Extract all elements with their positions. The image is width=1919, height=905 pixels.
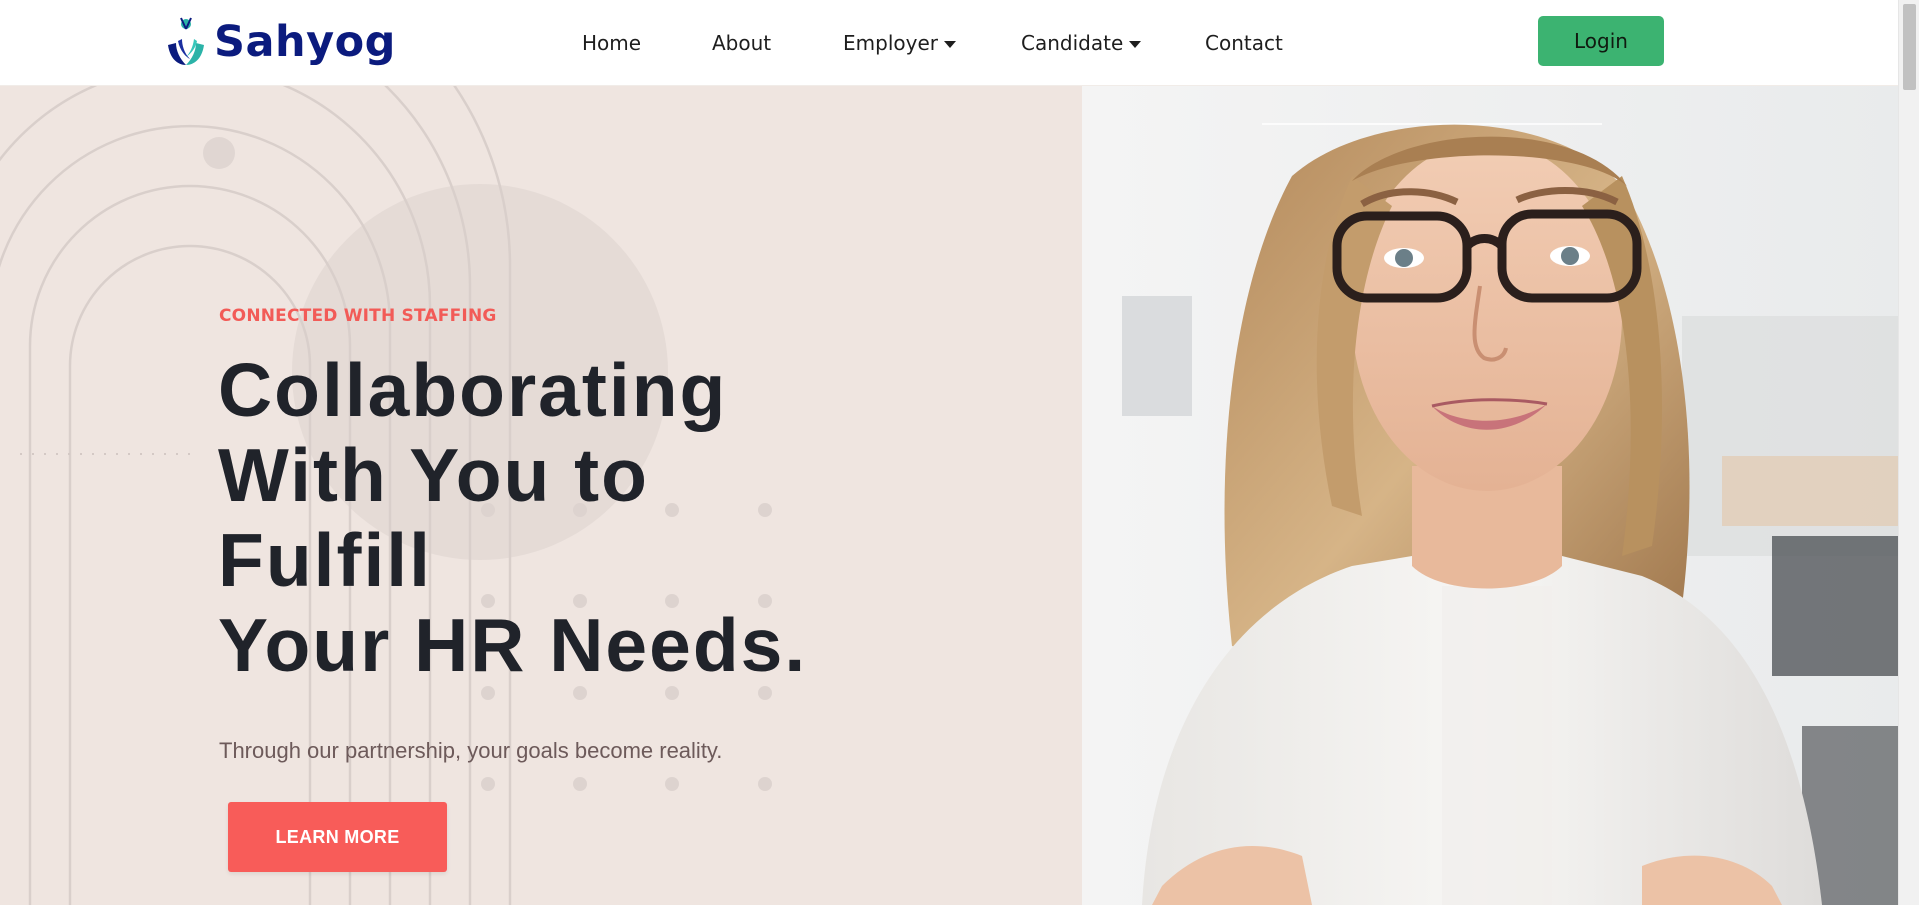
hero-section: CONNECTED WITH STAFFING Collaborating Wi… xyxy=(0,86,1082,905)
headline-line-2: With You to xyxy=(218,433,649,517)
nav-about-label: About xyxy=(712,31,772,55)
nav-employer-dropdown[interactable]: Employer xyxy=(843,28,956,58)
hero-headline: Collaborating With You to Fulfill Your H… xyxy=(218,348,918,688)
nav-contact-label: Contact xyxy=(1205,31,1283,55)
scrollbar-thumb[interactable] xyxy=(1903,4,1916,90)
nav-home-label: Home xyxy=(582,31,642,55)
hero-eyebrow: CONNECTED WITH STAFFING xyxy=(219,306,497,326)
login-button[interactable]: Login xyxy=(1538,16,1664,66)
headline-line-4: Your HR Needs. xyxy=(218,603,808,687)
vertical-scrollbar[interactable] xyxy=(1898,0,1919,905)
hero-image-panel xyxy=(1082,86,1898,905)
caret-down-icon xyxy=(1129,40,1142,48)
hero-subtext: Through our partnership, your goals beco… xyxy=(219,738,723,763)
caret-down-icon xyxy=(943,40,956,48)
nav-home[interactable]: Home xyxy=(582,28,641,58)
headline-line-3: Fulfill xyxy=(218,518,432,602)
nav-candidate-label: Candidate xyxy=(1021,31,1124,55)
top-navbar: Sahyog Home About Employer Candidate Con… xyxy=(0,0,1898,86)
learn-more-button[interactable]: LEARN MORE xyxy=(228,802,447,872)
headline-line-1: Collaborating xyxy=(218,348,728,432)
nav-candidate-dropdown[interactable]: Candidate xyxy=(1021,28,1142,58)
nav-employer-label: Employer xyxy=(843,31,938,55)
nav-contact[interactable]: Contact xyxy=(1205,28,1283,58)
woman-portrait-image xyxy=(1082,86,1898,905)
nav-about[interactable]: About xyxy=(712,28,771,58)
